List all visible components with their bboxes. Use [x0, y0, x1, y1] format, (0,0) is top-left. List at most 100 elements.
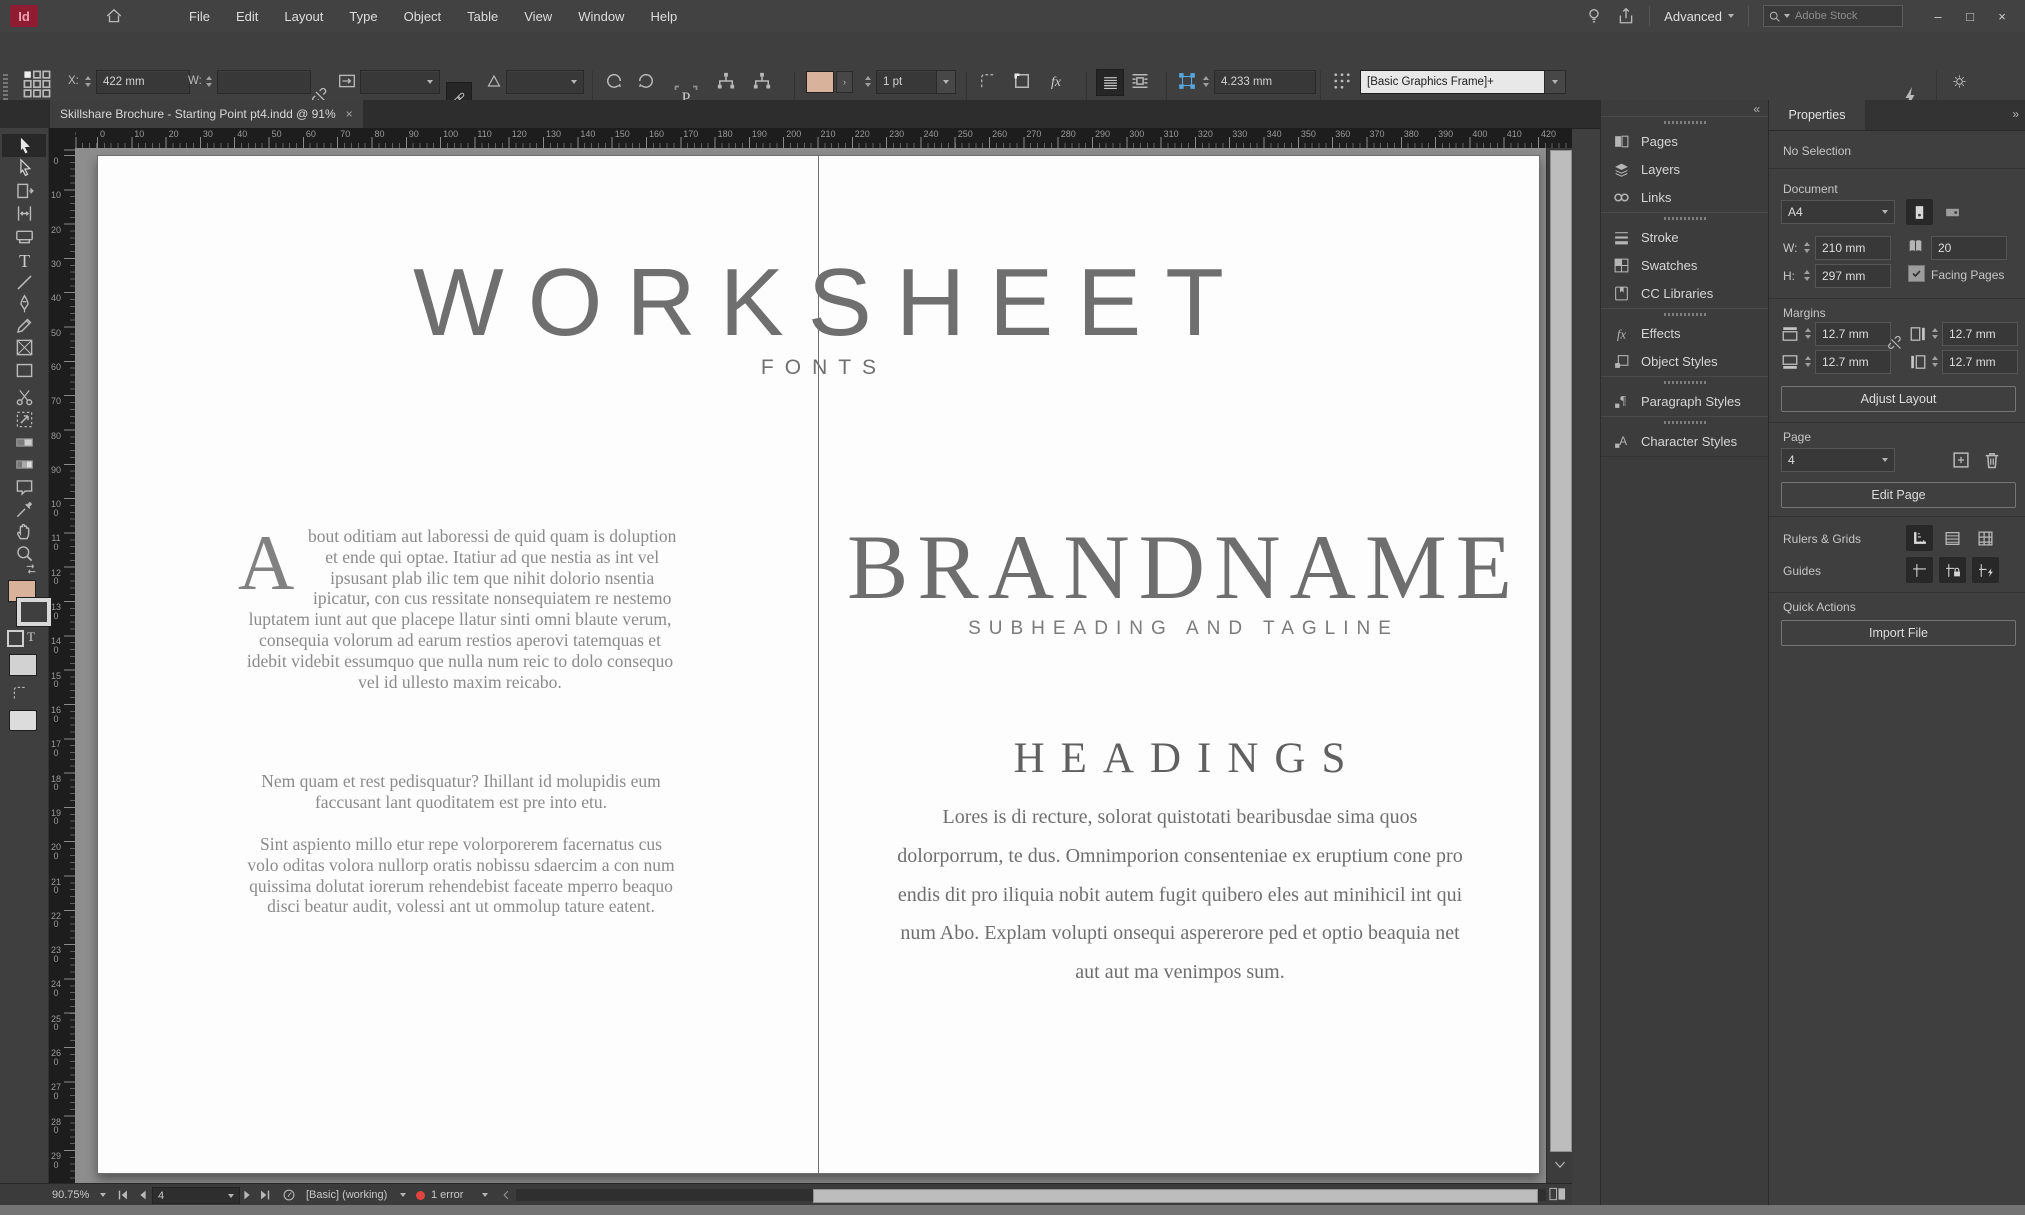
- dock-item-paragraph-styles[interactable]: ¶ Paragraph Styles: [1601, 387, 1769, 415]
- w-input[interactable]: [217, 70, 311, 94]
- gear-icon[interactable]: [1952, 74, 1967, 89]
- doc-width-stepper[interactable]: [1801, 236, 1812, 258]
- formatting-affects-text-icon[interactable]: T: [27, 629, 35, 645]
- document-grid-button[interactable]: [1972, 525, 1999, 551]
- scale-x-input[interactable]: [360, 70, 440, 94]
- w-stepper[interactable]: [203, 70, 214, 92]
- lock-guides-button[interactable]: [1939, 557, 1966, 583]
- scroll-down-chevron-icon[interactable]: [1554, 1160, 1566, 1170]
- pasteboard[interactable]: WORKSHEET FONTS About oditiam aut labore…: [75, 148, 1546, 1183]
- margin-bottom-input[interactable]: 12.7 mm: [1815, 350, 1891, 374]
- right-page-title[interactable]: BRANDNAME: [820, 514, 1539, 620]
- stroke-weight-stepper[interactable]: [862, 70, 873, 92]
- rotate-ccw-button[interactable]: [636, 71, 656, 91]
- dock-group-grip[interactable]: [1664, 381, 1706, 384]
- reference-point-proxy[interactable]: [22, 70, 52, 98]
- learn-bulb-icon[interactable]: [1585, 7, 1603, 25]
- free-transform-tool[interactable]: [2, 408, 46, 431]
- hand-tool[interactable]: [2, 520, 46, 543]
- rotate-cw-button[interactable]: [604, 71, 624, 91]
- line-tool[interactable]: [2, 271, 46, 294]
- corner-options-icon[interactable]: [978, 71, 998, 91]
- document-tab[interactable]: Skillshare Brochure - Starting Point pt4…: [50, 100, 363, 128]
- ruler-corner[interactable]: [48, 128, 76, 148]
- menu-table[interactable]: Table: [454, 9, 511, 24]
- baseline-grid-button[interactable]: [1939, 525, 1966, 551]
- window-maximize-button[interactable]: □: [1955, 4, 1985, 28]
- share-icon[interactable]: [1617, 7, 1635, 25]
- dock-item-pages[interactable]: Pages: [1601, 127, 1769, 155]
- apply-none-icon[interactable]: [9, 684, 31, 702]
- current-page-dropdown[interactable]: 4: [1781, 448, 1895, 472]
- menu-window[interactable]: Window: [565, 9, 637, 24]
- next-page-button[interactable]: [240, 1188, 254, 1202]
- selection-tool[interactable]: [2, 134, 46, 157]
- x-input[interactable]: 422 mm: [96, 70, 190, 94]
- wrap-none-button[interactable]: [1096, 69, 1124, 96]
- dock-collapse-chevrons[interactable]: «: [1753, 102, 1760, 116]
- gradient-tool[interactable]: [2, 431, 46, 454]
- right-page-subtitle[interactable]: SUBHEADING AND TAGLINE: [820, 618, 1539, 640]
- scroll-left-chevron-icon[interactable]: [502, 1190, 510, 1200]
- page-size-preset-dropdown[interactable]: A4: [1781, 200, 1895, 224]
- margin-right-stepper[interactable]: [1929, 322, 1940, 344]
- last-page-button[interactable]: [258, 1188, 272, 1202]
- page-number-field[interactable]: 4: [152, 1187, 240, 1204]
- vertical-scrollbar[interactable]: [1546, 148, 1573, 1183]
- eyedropper-tool[interactable]: [2, 498, 46, 521]
- page-tool[interactable]: [2, 180, 46, 203]
- horizontal-ruler[interactable]: 1001020304050607080901001101201301401501…: [75, 128, 1572, 148]
- rotation-angle-input[interactable]: [506, 70, 584, 94]
- tab-close-icon[interactable]: ×: [346, 107, 353, 121]
- orientation-portrait-button[interactable]: [1906, 199, 1933, 225]
- toolbar-stroke-swatch[interactable]: [16, 597, 52, 627]
- error-dropdown-chevron[interactable]: [482, 1184, 488, 1206]
- menu-view[interactable]: View: [511, 9, 565, 24]
- first-page-button[interactable]: [116, 1188, 130, 1202]
- gap-tool[interactable]: [2, 202, 46, 225]
- margin-left-stepper[interactable]: [1929, 350, 1940, 372]
- zoom-tool[interactable]: [2, 542, 46, 565]
- type-tool[interactable]: T: [2, 249, 46, 272]
- dock-item-object-styles[interactable]: Object Styles: [1601, 347, 1769, 375]
- preflight-profile-chevron[interactable]: [400, 1184, 406, 1206]
- doc-width-input[interactable]: 210 mm: [1815, 236, 1891, 260]
- zoom-level[interactable]: 90.75%: [52, 1184, 89, 1206]
- direct-selection-tool[interactable]: [2, 156, 46, 179]
- x-stepper[interactable]: [82, 70, 93, 92]
- margin-top-stepper[interactable]: [1802, 322, 1813, 344]
- quick-apply-grid-icon[interactable]: [1332, 71, 1352, 91]
- previous-page-button[interactable]: [136, 1188, 150, 1202]
- left-page-title[interactable]: WORKSHEET: [98, 248, 1539, 358]
- edit-page-button[interactable]: Edit Page: [1781, 482, 2016, 508]
- vertical-ruler[interactable]: 0 10 20 30 40 50 60 70 80 90 100 110 120 130 140 150 160…: [48, 148, 76, 1183]
- window-close-button[interactable]: ×: [1987, 4, 2017, 28]
- preflight-profile[interactable]: [Basic] (working): [306, 1184, 387, 1206]
- tab-properties[interactable]: Properties: [1769, 100, 1865, 130]
- page-count-input[interactable]: 20: [1931, 236, 2007, 260]
- object-style-dropdown[interactable]: [Basic Graphics Frame]+: [1360, 70, 1556, 94]
- import-file-button[interactable]: Import File: [1781, 620, 2016, 646]
- margin-bottom-stepper[interactable]: [1802, 350, 1813, 372]
- object-style-chevron[interactable]: [1544, 70, 1566, 94]
- dock-item-layers[interactable]: Layers: [1601, 155, 1769, 183]
- orientation-landscape-button[interactable]: [1939, 199, 1966, 225]
- preflight-icon[interactable]: [282, 1188, 296, 1202]
- gradient-feather-tool[interactable]: [2, 453, 46, 476]
- dock-group-grip[interactable]: [1664, 121, 1706, 124]
- dock-item-swatches[interactable]: Swatches: [1601, 251, 1769, 279]
- dock-item-stroke[interactable]: Stroke: [1601, 223, 1769, 251]
- error-count[interactable]: 1 error: [431, 1184, 463, 1206]
- horizontal-scrollbar-thumb[interactable]: [813, 1189, 1538, 1203]
- dock-group-grip[interactable]: [1664, 217, 1706, 220]
- menu-edit[interactable]: Edit: [223, 9, 271, 24]
- gap-stepper[interactable]: [1200, 70, 1211, 92]
- corner-shape-icon[interactable]: [1012, 71, 1032, 91]
- menu-object[interactable]: Object: [391, 9, 455, 24]
- show-rulers-button[interactable]: [1906, 525, 1933, 551]
- dock-item-effects[interactable]: fx Effects: [1601, 319, 1769, 347]
- note-tool[interactable]: [2, 476, 46, 499]
- menu-file[interactable]: File: [176, 9, 223, 24]
- show-guides-button[interactable]: [1906, 557, 1933, 583]
- stock-search[interactable]: [1763, 5, 1903, 27]
